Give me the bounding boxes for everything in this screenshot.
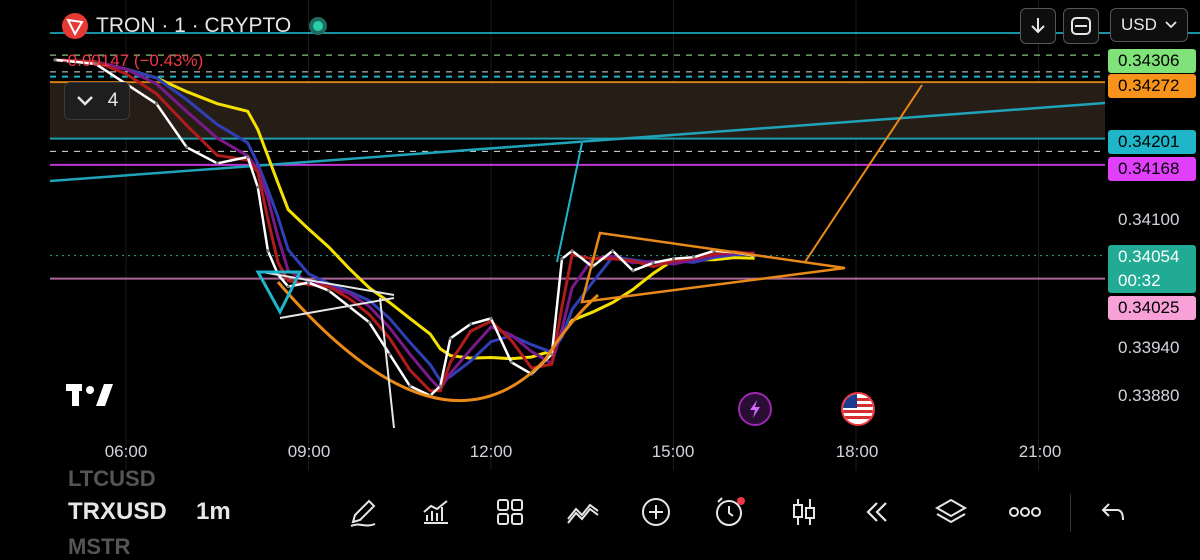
- tradingview-logo-icon: [66, 384, 113, 406]
- price-point: [651, 261, 655, 265]
- fullscreen-button[interactable]: [1063, 8, 1099, 44]
- price-point: [692, 255, 696, 259]
- price-point: [408, 384, 412, 388]
- x-tick-label: 06:00: [104, 442, 148, 461]
- patterns-button[interactable]: [565, 494, 601, 530]
- last-price-value: 0.34054: [1118, 247, 1180, 266]
- x-tick-label: 18:00: [835, 442, 879, 461]
- price-label-1: 0.34272: [1108, 74, 1196, 98]
- chevron-down-icon: [1165, 21, 1177, 29]
- last-price-label: 0.34054 00:32: [1108, 245, 1196, 293]
- grid-icon: [497, 499, 523, 525]
- price-point: [631, 269, 635, 273]
- price-point: [438, 384, 442, 388]
- chevron-down-icon: [76, 96, 93, 106]
- x-tick-label: 15:00: [651, 442, 695, 461]
- candles-icon: [793, 499, 815, 525]
- bar-countdown: 00:32: [1118, 271, 1161, 290]
- price-point: [154, 102, 159, 106]
- fullscreen-icon: [1071, 17, 1091, 35]
- y-tick-label: 0.33880: [1118, 386, 1180, 405]
- interval-selector[interactable]: 1m: [196, 498, 231, 526]
- price-label-2: 0.34201: [1108, 130, 1196, 154]
- indicators-toggle[interactable]: 4: [64, 82, 130, 120]
- price-point: [367, 320, 371, 325]
- price-point: [388, 352, 392, 356]
- x-tick-label: 09:00: [287, 442, 331, 461]
- price-point: [327, 288, 331, 293]
- price-point: [611, 249, 615, 253]
- indicators-button[interactable]: [418, 494, 454, 530]
- price-point: [560, 257, 564, 261]
- patterns-icon: [567, 503, 599, 524]
- y-tick-label: 0.34100: [1118, 210, 1180, 229]
- projection-line: [556, 142, 583, 263]
- flag-pattern: [261, 271, 395, 429]
- arrow-down-icon: [1031, 18, 1045, 34]
- price-point: [570, 249, 574, 253]
- draw-icon: [350, 499, 376, 527]
- price-point: [469, 322, 473, 326]
- price-point: [306, 281, 311, 285]
- draw-button[interactable]: [345, 494, 381, 530]
- price-point: [671, 257, 676, 261]
- event-marker[interactable]: [738, 392, 772, 426]
- price-point: [246, 155, 250, 159]
- layers-icon: [934, 498, 968, 524]
- alert-button[interactable]: [712, 494, 748, 530]
- undo-button[interactable]: [1095, 494, 1131, 530]
- symbol-title: TRON · 1 · CRYPTO: [96, 14, 292, 37]
- price-label-5: 0.34025: [1108, 296, 1196, 320]
- next-symbol[interactable]: MSTR: [68, 534, 130, 560]
- replay-button[interactable]: [859, 494, 895, 530]
- more-button[interactable]: [1007, 494, 1043, 530]
- lightning-icon: [750, 400, 760, 418]
- chart-type-button[interactable]: [786, 494, 822, 530]
- indicator-count: 4: [107, 90, 119, 111]
- price-point: [489, 316, 493, 321]
- x-tick-label: 21:00: [1018, 442, 1062, 461]
- price-label-0: 0.34306: [1108, 49, 1196, 73]
- currency-value: USD: [1121, 15, 1157, 34]
- layers-button[interactable]: [933, 494, 969, 530]
- triangle-pattern: [580, 231, 846, 304]
- indicators-icon: [423, 500, 448, 524]
- replay-icon: [866, 502, 887, 522]
- undo-icon: [1101, 503, 1124, 521]
- more-icon: [1009, 507, 1041, 517]
- alert-icon: [716, 497, 745, 526]
- tron-logo-icon: [62, 13, 88, 39]
- event-marker[interactable]: [841, 392, 875, 426]
- market-status-icon: [309, 17, 328, 35]
- price-point: [256, 185, 260, 189]
- x-tick-label: 12:00: [469, 442, 513, 461]
- currency-select[interactable]: USD: [1110, 8, 1188, 42]
- price-point: [53, 58, 57, 62]
- symbol-header[interactable]: TRON · 1 · CRYPTO: [62, 10, 328, 42]
- price-label-3: 0.34168: [1108, 157, 1196, 181]
- us-flag-icon: [843, 394, 873, 424]
- add-button[interactable]: [638, 494, 674, 530]
- price-point: [286, 285, 290, 289]
- price-point: [215, 161, 219, 165]
- price-point: [509, 360, 513, 364]
- download-button[interactable]: [1020, 8, 1056, 44]
- prev-symbol[interactable]: LTCUSD: [68, 466, 156, 492]
- price-point: [448, 336, 453, 340]
- add-icon: [642, 498, 670, 526]
- layout-button[interactable]: [492, 494, 528, 530]
- price-change: -0.00147 (−0.43%): [62, 51, 204, 70]
- toolbar-divider: [1070, 494, 1071, 532]
- price-point: [266, 249, 270, 253]
- symbol-selector[interactable]: TRXUSD: [68, 498, 167, 526]
- cup-pattern-arc: [276, 281, 599, 403]
- price-point: [185, 145, 189, 150]
- y-tick-label: 0.33940: [1118, 338, 1180, 357]
